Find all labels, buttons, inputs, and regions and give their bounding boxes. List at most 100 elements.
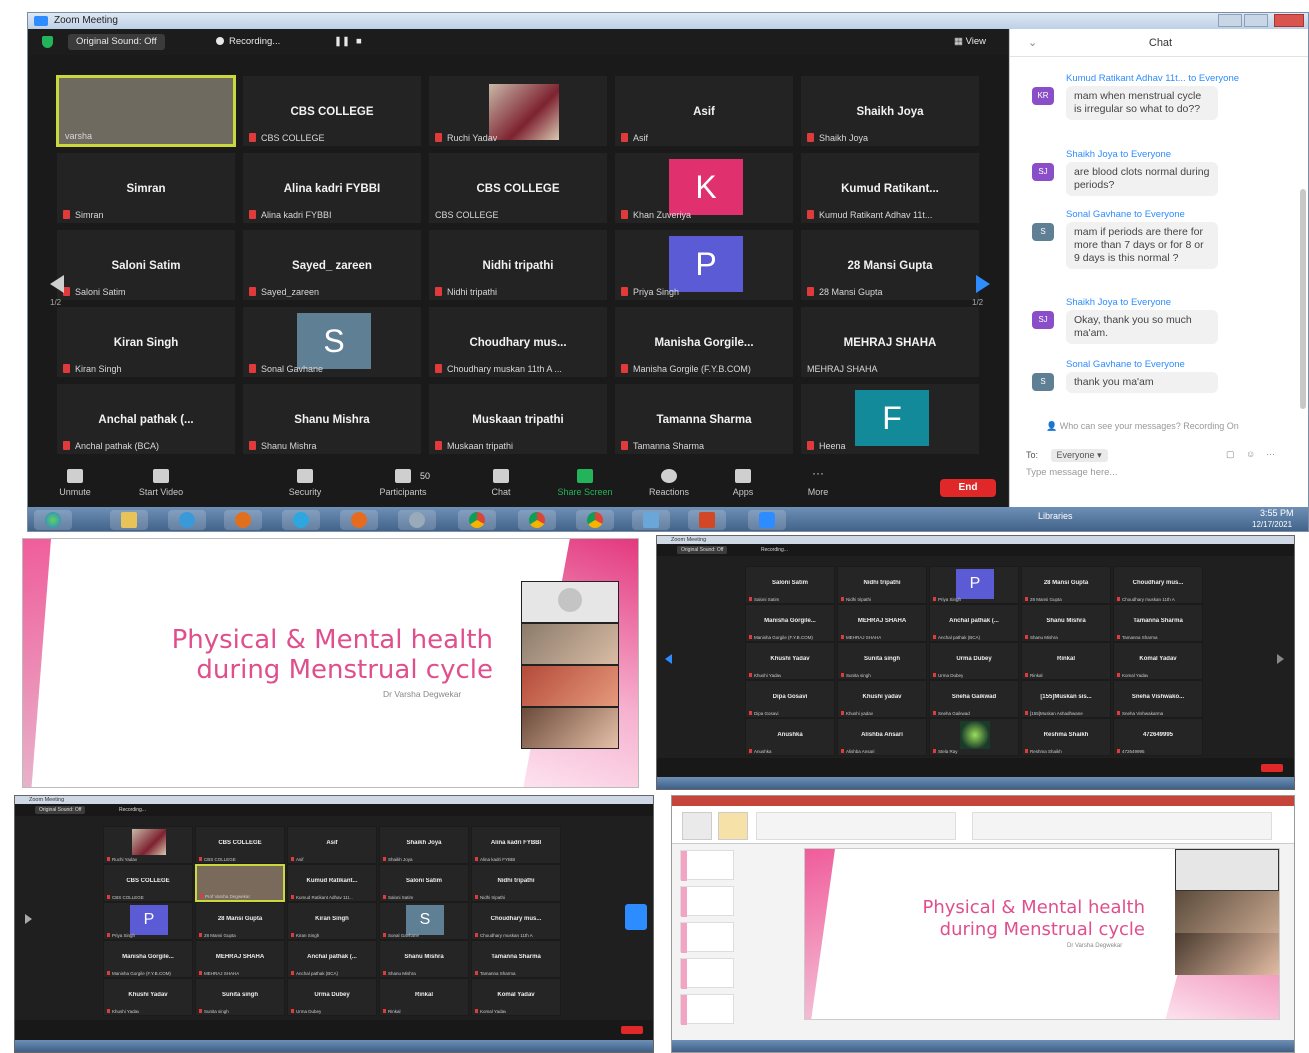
participant-tile[interactable]: Nidhi tripathi Nidhi tripathi [837, 566, 927, 604]
participant-tile[interactable]: P Priya Singh [614, 229, 794, 301]
participant-tile[interactable]: Khushi Yadav Khushi Yadav [103, 978, 193, 1016]
start-button[interactable] [34, 510, 72, 530]
end-meeting-button[interactable]: End [940, 479, 996, 497]
participant-tile[interactable]: Tamanna Sharma Tamanna Sharma [614, 383, 794, 455]
participant-tile[interactable]: Rinkal Rinkal [379, 978, 469, 1016]
participant-tile[interactable]: Stela Ray [929, 718, 1019, 756]
video-thumbnail-host[interactable] [1175, 891, 1279, 933]
chevron-down-icon[interactable]: ⌄ [1028, 29, 1037, 57]
slide-thumbnail[interactable] [680, 922, 734, 953]
next-page-arrow-icon[interactable] [976, 275, 990, 293]
more-button[interactable]: ··· More [783, 467, 853, 497]
participant-tile[interactable]: Anchal pathak (... Anchal pathak (BCA) [56, 383, 236, 455]
participant-tile[interactable]: Sneha Vishwako... Sneha Vishwakarma [1113, 680, 1203, 718]
participant-tile[interactable]: Sunita singh Sunita singh [195, 978, 285, 1016]
close-button[interactable] [1274, 14, 1304, 27]
video-thumbnail-participant[interactable] [1175, 933, 1279, 975]
participant-tile[interactable]: Shanu Mishra Shanu Mishra [1021, 604, 1111, 642]
participant-tile[interactable]: [155]Muskan sis... [155]Muskan Ashadhwane [1021, 680, 1111, 718]
participant-tile[interactable]: S Sonal Gavhane [242, 306, 422, 378]
participant-tile[interactable]: Sunita singh Sunita singh [837, 642, 927, 680]
participant-tile[interactable]: Komal Yadav Komal Yadav [471, 978, 561, 1016]
firefox-icon[interactable] [340, 510, 378, 530]
participant-tile[interactable]: Manisha Gorgile... Manisha Gorgile (F.Y.B… [745, 604, 835, 642]
participant-tile[interactable]: Khushi yadav Khushi yadav [837, 680, 927, 718]
slide-thumbnail[interactable] [680, 850, 734, 881]
participant-tile[interactable]: Choudhary mus... Choudhary muskan 11th A [471, 902, 561, 940]
ribbon-button[interactable] [718, 812, 748, 840]
participant-tile[interactable]: Ruchi Yadav [428, 75, 608, 147]
participant-tile[interactable]: Tamanna Sharma Tamanna Sharma [471, 940, 561, 978]
unmute-button[interactable]: Unmute [40, 469, 110, 497]
participant-tile[interactable]: 28 Mansi Gupta 28 Mansi Gupta [1021, 566, 1111, 604]
file-icon[interactable]: ▢ [1226, 449, 1235, 460]
participant-tile[interactable]: Reshma Shaikh Reshma Shaikh [1021, 718, 1111, 756]
participant-tile[interactable]: CBS COLLEGE CBS COLLEGE [242, 75, 422, 147]
recording-indicator[interactable]: Recording... [208, 34, 288, 50]
participant-tile[interactable]: Komal Yadav Komal Yadav [1113, 642, 1203, 680]
participant-tile[interactable]: MEHRAJ SHAHA MEHRAJ SHAHA [800, 306, 980, 378]
powerpoint-icon[interactable] [688, 510, 726, 530]
participant-tile[interactable]: MEHRAJ SHAHA MEHRAJ SHAHA [837, 604, 927, 642]
participant-tile[interactable]: Anchal pathak (... Anchal pathak (BCA) [929, 604, 1019, 642]
participant-tile[interactable]: Ruchi Yadav [103, 826, 193, 864]
participant-tile[interactable]: Kiran Singh Kiran Singh [287, 902, 377, 940]
share-screen-button[interactable]: Share Screen [550, 469, 620, 497]
end-meeting-button[interactable] [621, 1026, 643, 1034]
video-thumbnail-participant[interactable] [521, 707, 619, 749]
maximize-button[interactable] [1244, 14, 1268, 27]
internet-explorer-icon[interactable] [168, 510, 206, 530]
participant-tile[interactable]: Sneha Gaikwad Sneha Gaikwad [929, 680, 1019, 718]
participant-tile[interactable]: Nidhi tripathi Nidhi tripathi [471, 864, 561, 902]
ribbon-group[interactable] [972, 812, 1272, 840]
participant-tile[interactable]: Saloni Satim Saloni Satim [745, 566, 835, 604]
image-viewer-icon[interactable] [632, 510, 670, 530]
previous-page-arrow-icon[interactable] [665, 654, 672, 664]
more-dots-icon[interactable]: ··· [1266, 449, 1275, 459]
participant-tile[interactable]: P Priya Singh [929, 566, 1019, 604]
participant-tile[interactable]: P Priya Singh [103, 902, 193, 940]
participant-tile[interactable]: Asif Asif [614, 75, 794, 147]
participant-tile[interactable]: Kumud Ratikant... Kumud Ratikant Adhav 11… [287, 864, 377, 902]
participant-tile[interactable]: Kumud Ratikant... Kumud Ratikant Adhav 11… [800, 152, 980, 224]
original-sound-button[interactable]: Original Sound: Off [677, 546, 728, 554]
participant-tile[interactable]: Saloni Satim Saloni Satim [379, 864, 469, 902]
video-thumbnail-host[interactable] [521, 623, 619, 665]
participant-tile[interactable]: Simran Simran [56, 152, 236, 224]
original-sound-button[interactable]: Original Sound: Off [68, 34, 165, 50]
participant-tile[interactable]: Alishba Ansari Alishba Ansari [837, 718, 927, 756]
participant-tile[interactable]: Prof Varsha Degwekar [195, 864, 285, 902]
participant-tile[interactable]: CBS COLLEGE CBS COLLEGE [195, 826, 285, 864]
participant-tile[interactable]: Choudhary mus... Choudhary muskan 11th A … [428, 306, 608, 378]
participant-tile[interactable]: Shaikh Joya Shaikh Joya [800, 75, 980, 147]
participant-tile[interactable]: Asif Asif [287, 826, 377, 864]
media-player-icon[interactable] [224, 510, 262, 530]
chrome-icon[interactable] [576, 510, 614, 530]
slide-thumbnail[interactable] [680, 994, 734, 1025]
participant-tile[interactable]: Urma Dubey Urma Dubey [929, 642, 1019, 680]
previous-page-arrow-icon[interactable] [25, 914, 32, 924]
telegram-icon[interactable] [282, 510, 320, 530]
participant-tile[interactable]: Kiran Singh Kiran Singh [56, 306, 236, 378]
participant-tile[interactable]: Manisha Gorgile... Manisha Gorgile (F.Y.B… [103, 940, 193, 978]
participant-tile[interactable]: CBS COLLEGE CBS COLLEGE [103, 864, 193, 902]
encryption-shield-icon[interactable] [42, 36, 53, 48]
chat-scrollbar[interactable] [1300, 189, 1306, 409]
video-thumbnail-placeholder[interactable] [521, 581, 619, 623]
participant-tile[interactable]: Tamanna Sharma Tamanna Sharma [1113, 604, 1203, 642]
participant-tile[interactable]: MEHRAJ SHAHA MEHRAJ SHAHA [195, 940, 285, 978]
apps-button[interactable]: Apps [708, 469, 778, 497]
participant-tile[interactable]: 28 Mansi Gupta 28 Mansi Gupta [800, 229, 980, 301]
view-button[interactable]: ▦ View [946, 34, 994, 50]
security-button[interactable]: Security [270, 469, 340, 497]
recording-indicator[interactable]: Recording... [757, 546, 792, 554]
file-explorer-icon[interactable] [110, 510, 148, 530]
next-page-arrow-icon[interactable] [1277, 654, 1284, 664]
participant-tile[interactable]: Manisha Gorgile... Manisha Gorgile (F.Y.B… [614, 306, 794, 378]
ribbon-group[interactable] [756, 812, 956, 840]
original-sound-button[interactable]: Original Sound: Off [35, 806, 86, 814]
zoom-taskbar-icon[interactable] [748, 510, 786, 530]
app-icon[interactable] [398, 510, 436, 530]
participant-tile[interactable]: 472649995 472649995 [1113, 718, 1203, 756]
participant-tile[interactable]: Anushka Anushka [745, 718, 835, 756]
